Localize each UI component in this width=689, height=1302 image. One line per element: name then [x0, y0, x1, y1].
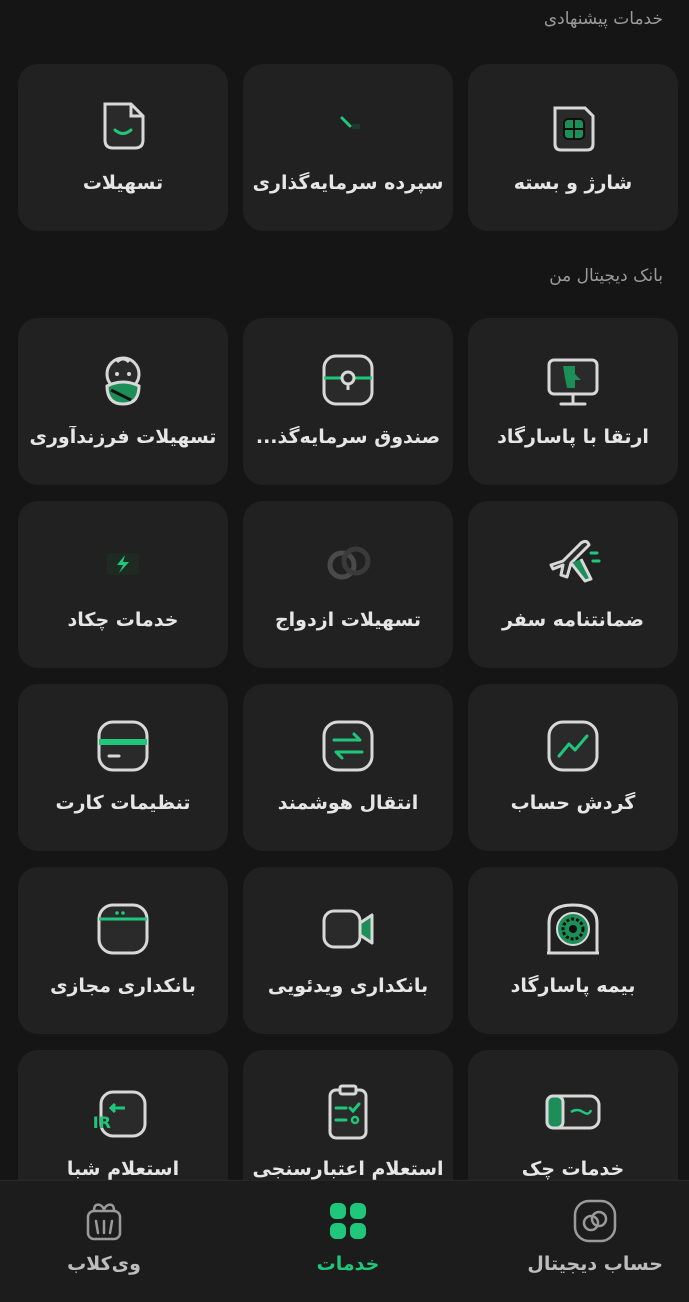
- baby-icon: [91, 348, 155, 412]
- services-grid-icon: [324, 1197, 372, 1245]
- iban-ir-icon: IR: [91, 1080, 155, 1144]
- fund-safe-icon: [316, 348, 380, 412]
- airplane-icon: [541, 531, 605, 595]
- clipboard-check-icon: [316, 1080, 380, 1144]
- service-label: تنظیمات کارت: [55, 792, 191, 814]
- service-tile-insurance[interactable]: بیمه پاسارگاد: [468, 867, 678, 1034]
- service-label: تسهیلات: [82, 172, 164, 194]
- service-tile-card-settings[interactable]: تنظیمات کارت: [18, 684, 228, 851]
- service-label: سپرده سرمایه‌گذاری: [252, 172, 444, 194]
- suggested-section-title: خدمات پیشنهادی: [543, 9, 663, 29]
- account-trend-icon: [541, 714, 605, 778]
- service-label: ارتقا با پاسارگاد: [497, 426, 649, 448]
- digital-services-grid: ارتقا با پاسارگاد صندوق سرمایه‌گذ... تسه…: [18, 318, 678, 1217]
- service-tile-chakad[interactable]: خدمات چکاد: [18, 501, 228, 668]
- digital-section-title: بانک دیجیتال من: [549, 266, 663, 286]
- suggested-services-grid: شارژ و بسته سپرده سرمایه‌گذاری تسهیلات: [18, 64, 678, 231]
- card-settings-icon: [91, 714, 155, 778]
- service-tile-travel-guarantee[interactable]: ضمانتنامه سفر: [468, 501, 678, 668]
- service-label: گردش حساب: [510, 792, 636, 814]
- nav-item-services[interactable]: خدمات: [300, 1181, 396, 1302]
- nav-label: وی‌کلاب: [67, 1253, 141, 1275]
- service-label: تسهیلات فرزندآوری: [29, 426, 217, 448]
- service-tile-smart-transfer[interactable]: انتقال هوشمند: [243, 684, 453, 851]
- service-tile-video-banking[interactable]: بانکداری ویدئویی: [243, 867, 453, 1034]
- nav-label: خدمات: [316, 1253, 380, 1275]
- svg-text:IR: IR: [93, 1113, 111, 1132]
- upgrade-monitor-icon: [541, 348, 605, 412]
- deposit-icon: [316, 94, 380, 158]
- nav-item-club[interactable]: وی‌کلاب: [60, 1181, 148, 1302]
- service-tile-loan[interactable]: تسهیلات: [18, 64, 228, 231]
- service-tile-childbirth-loan[interactable]: تسهیلات فرزندآوری: [18, 318, 228, 485]
- service-tile-virtual-banking[interactable]: بانکداری مجازی: [18, 867, 228, 1034]
- service-label: خدمات چکاد: [67, 609, 179, 631]
- sim-card-icon: [541, 94, 605, 158]
- service-tile-fund[interactable]: صندوق سرمایه‌گذ...: [243, 318, 453, 485]
- service-label: شارژ و بسته: [513, 172, 633, 194]
- nav-label: حساب دیجیتال: [527, 1253, 663, 1275]
- service-tile-marriage-loan[interactable]: تسهیلات ازدواج: [243, 501, 453, 668]
- digital-account-icon: [571, 1197, 619, 1245]
- service-label: ضمانتنامه سفر: [501, 609, 645, 631]
- nav-item-digital-account[interactable]: حساب دیجیتال: [527, 1181, 663, 1302]
- service-label: تسهیلات ازدواج: [274, 609, 422, 631]
- cheque-icon: [541, 1080, 605, 1144]
- service-label: صندوق سرمایه‌گذ...: [255, 426, 441, 448]
- service-tile-charge[interactable]: شارژ و بسته: [468, 64, 678, 231]
- service-label: استعلام اعتبارسنجی: [252, 1158, 444, 1180]
- service-tile-upgrade[interactable]: ارتقا با پاسارگاد: [468, 318, 678, 485]
- gift-basket-icon: [80, 1197, 128, 1245]
- loan-smile-icon: [91, 94, 155, 158]
- service-tile-deposit[interactable]: سپرده سرمایه‌گذاری: [243, 64, 453, 231]
- service-label: بانکداری ویدئویی: [267, 975, 429, 997]
- service-label: انتقال هوشمند: [277, 792, 419, 814]
- service-tile-statement[interactable]: گردش حساب: [468, 684, 678, 851]
- service-label: استعلام شبا: [66, 1158, 180, 1180]
- transfer-arrows-icon: [316, 714, 380, 778]
- video-camera-icon: [316, 897, 380, 961]
- lightning-icon: [91, 531, 155, 595]
- service-label: بیمه پاسارگاد: [510, 975, 636, 997]
- bottom-navigation: حساب دیجیتال خدمات وی‌کلاب: [0, 1180, 689, 1302]
- service-label: بانکداری مجازی: [50, 975, 196, 997]
- services-screen: خدمات پیشنهادی شارژ و بسته سپرده سرمایه‌…: [0, 0, 689, 1302]
- insurance-emblem-icon: [541, 897, 605, 961]
- service-label: خدمات چک: [521, 1158, 625, 1180]
- rings-icon: [316, 531, 380, 595]
- virtual-banking-icon: [91, 897, 155, 961]
